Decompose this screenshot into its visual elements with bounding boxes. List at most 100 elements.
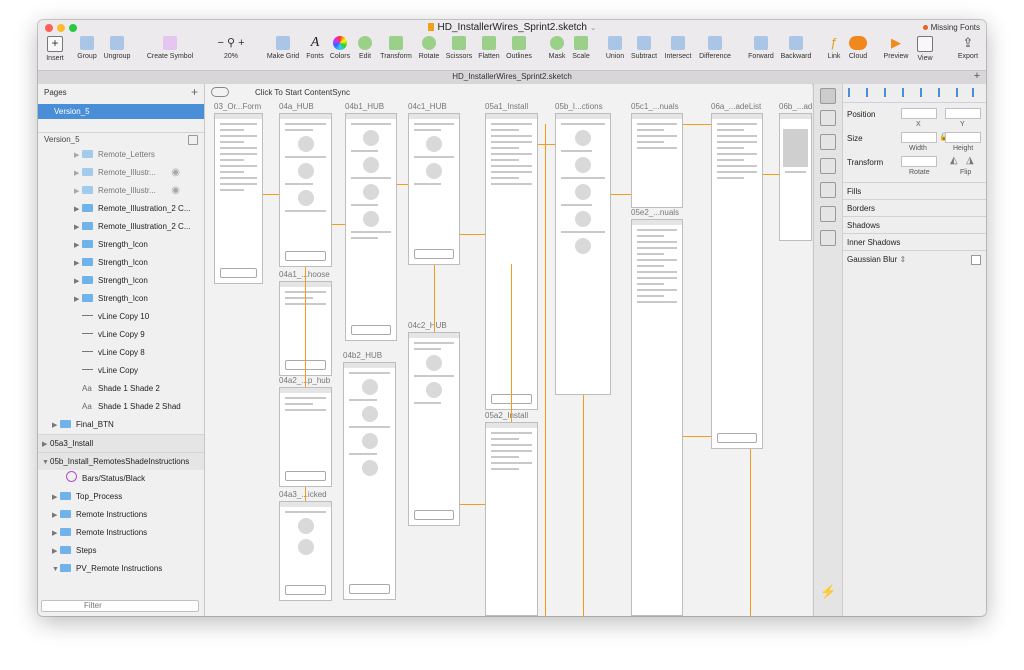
- layer-item[interactable]: ▶ Remote Instructions: [38, 506, 204, 524]
- height-field[interactable]: [945, 132, 981, 143]
- add-image-icon[interactable]: [820, 230, 836, 246]
- disclosure-arrow-icon[interactable]: ▶: [74, 147, 82, 165]
- inner-shadows-section[interactable]: Inner Shadows: [842, 233, 986, 250]
- artboard-thumbnail[interactable]: [279, 113, 332, 267]
- link-button[interactable]: ƒ Link: [824, 36, 844, 61]
- disclosure-arrow-icon[interactable]: ▼: [52, 561, 60, 579]
- artboard-thumbnail[interactable]: [711, 113, 763, 449]
- artboard-title[interactable]: 06a_...adeList: [711, 102, 761, 111]
- align-right-icon[interactable]: [884, 88, 893, 97]
- width-field[interactable]: [901, 132, 937, 143]
- artboard-title[interactable]: 04c1_HUB: [408, 102, 447, 111]
- artboard-title[interactable]: 04a3_...icked: [279, 490, 327, 499]
- layer-item[interactable]: ▶ Remote_Letters: [38, 146, 204, 164]
- text-style-icon[interactable]: [820, 134, 836, 150]
- edit-button[interactable]: Edit: [354, 36, 376, 60]
- layer-item[interactable]: vLine Copy 8: [38, 344, 204, 362]
- disclosure-arrow-icon[interactable]: ▶: [52, 525, 60, 543]
- collapse-pages-button[interactable]: [188, 135, 198, 145]
- artboard-thumbnail[interactable]: [408, 113, 460, 265]
- contentsync-icon[interactable]: [211, 87, 229, 97]
- disclosure-arrow-icon[interactable]: ▶: [74, 165, 82, 183]
- blur-checkbox[interactable]: [971, 255, 981, 265]
- layer-item[interactable]: ▶ Remote_Illustr... ◉: [38, 164, 204, 182]
- artboard-thumbnail[interactable]: [343, 362, 396, 600]
- artboard-item[interactable]: ▼05b_Install_RemotesShadeInstructions: [38, 452, 204, 470]
- artboard-thumbnail[interactable]: [555, 113, 611, 395]
- artboard-title[interactable]: 05a2_Install: [485, 411, 528, 420]
- artboard-thumbnail[interactable]: [408, 332, 460, 526]
- layer-item[interactable]: ▶ Strength_Icon: [38, 254, 204, 272]
- hidden-eye-icon[interactable]: ◉: [171, 164, 180, 182]
- rotate-button[interactable]: Rotate: [416, 36, 442, 60]
- artboard-title[interactable]: 04b2_HUB: [343, 351, 382, 360]
- flip-horizontal-icon[interactable]: ◭: [950, 155, 958, 166]
- distribute-horizontal-icon[interactable]: [956, 88, 965, 97]
- craft-icon[interactable]: [820, 88, 836, 104]
- distribute-vertical-icon[interactable]: [972, 88, 981, 97]
- gaussian-blur-section[interactable]: Gaussian Blur ⇕: [842, 250, 986, 267]
- hidden-eye-icon[interactable]: ◉: [171, 182, 180, 200]
- colors-button[interactable]: Colors: [328, 36, 352, 60]
- flatten-button[interactable]: Flatten: [476, 36, 502, 60]
- position-y-field[interactable]: [945, 108, 981, 119]
- document-tab[interactable]: HD_InstallerWires_Sprint2.sketch: [38, 72, 986, 81]
- cloud-button[interactable]: Cloud: [846, 36, 870, 60]
- new-tab-button[interactable]: +: [972, 70, 982, 82]
- disclosure-arrow-icon[interactable]: ▶: [74, 255, 82, 273]
- disclosure-arrow-icon[interactable]: ▶: [52, 489, 60, 507]
- fills-section[interactable]: Fills: [842, 182, 986, 199]
- borders-section[interactable]: Borders: [842, 199, 986, 216]
- insert-button[interactable]: + Insert: [42, 36, 68, 62]
- transform-button[interactable]: Transform: [378, 36, 414, 60]
- artboard-title[interactable]: 05e2_...nuals: [631, 208, 679, 217]
- layer-item[interactable]: Bars/Status/Black: [38, 470, 204, 488]
- disclosure-arrow-icon[interactable]: ▶: [74, 237, 82, 255]
- upload-icon[interactable]: [820, 110, 836, 126]
- disclosure-arrow-icon[interactable]: ▶: [74, 273, 82, 291]
- zoom-control[interactable]: − ⚲ +20%: [210, 36, 252, 60]
- page-item-version-5[interactable]: Version_5: [38, 104, 204, 119]
- align-middle-icon[interactable]: [920, 88, 929, 97]
- shadows-section[interactable]: Shadows: [842, 216, 986, 233]
- layer-item[interactable]: vLine Copy 9: [38, 326, 204, 344]
- fonts-button[interactable]: A Fonts: [304, 36, 326, 61]
- disclosure-arrow-icon[interactable]: ▶: [74, 219, 82, 237]
- layer-item[interactable]: ▶ Remote_Illustration_2 C...: [38, 218, 204, 236]
- group-button[interactable]: Group: [74, 36, 100, 60]
- image-icon[interactable]: [820, 206, 836, 222]
- backward-button[interactable]: Backward: [778, 36, 814, 60]
- missing-fonts-button[interactable]: Missing Fonts: [922, 23, 980, 32]
- artboard-thumbnail[interactable]: [279, 501, 332, 601]
- canvas[interactable]: Click To Start ContentSync 03_Or...Form …: [205, 84, 812, 616]
- artboard-title[interactable]: 05b_I...ctions: [555, 102, 603, 111]
- disclosure-arrow-icon[interactable]: ▶: [52, 543, 60, 561]
- position-x-field[interactable]: [901, 108, 937, 119]
- layer-item[interactable]: ▼ PV_Remote Instructions: [38, 560, 204, 578]
- align-left-icon[interactable]: [848, 88, 857, 97]
- layer-item[interactable]: ▶ Strength_Icon: [38, 236, 204, 254]
- subtract-button[interactable]: Subtract: [628, 36, 660, 60]
- layer-item[interactable]: Aa Shade 1 Shade 2 Shad: [38, 398, 204, 416]
- disclosure-arrow-icon[interactable]: ▶: [52, 507, 60, 525]
- align-top-icon[interactable]: [902, 88, 911, 97]
- layer-item[interactable]: vLine Copy: [38, 362, 204, 380]
- layer-item[interactable]: ▶ Final_BTN: [38, 416, 204, 434]
- layer-item[interactable]: ▶ Strength_Icon: [38, 272, 204, 290]
- make-grid-button[interactable]: Make Grid: [266, 36, 300, 60]
- artboard-thumbnail[interactable]: [779, 113, 812, 241]
- layer-item[interactable]: Aa Shade 1 Shade 2: [38, 380, 204, 398]
- layer-item[interactable]: ▶ Steps: [38, 542, 204, 560]
- disclosure-arrow-icon[interactable]: ▶: [74, 201, 82, 219]
- artboard-title[interactable]: 04c2_HUB: [408, 321, 447, 330]
- layer-item[interactable]: ▶ Top_Process: [38, 488, 204, 506]
- difference-button[interactable]: Difference: [696, 36, 734, 60]
- union-button[interactable]: Union: [602, 36, 628, 60]
- lightning-icon[interactable]: ⚡: [820, 584, 836, 600]
- artboard-title[interactable]: 03_Or...Form: [214, 102, 261, 111]
- layer-item[interactable]: ▶ Remote_Illustration_2 C...: [38, 200, 204, 218]
- artboard-thumbnail[interactable]: [279, 387, 332, 487]
- layer-item[interactable]: vLine Copy 10: [38, 308, 204, 326]
- artboard-title[interactable]: 04a_HUB: [279, 102, 314, 111]
- layer-item[interactable]: ▶ Strength_Icon: [38, 290, 204, 308]
